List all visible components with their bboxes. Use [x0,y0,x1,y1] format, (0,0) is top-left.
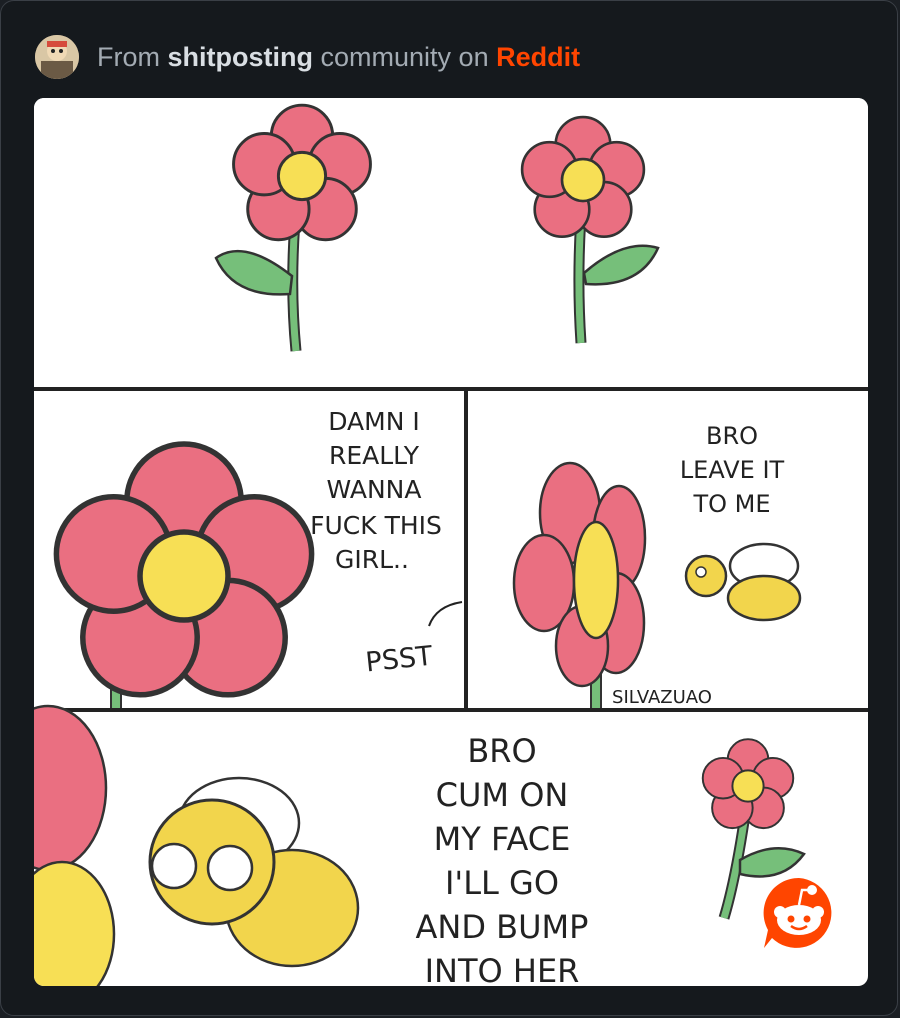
panel3-speech-line-3: TO ME [692,490,770,518]
panel2-speech-line-1: DAMN I [328,407,420,436]
source-line: From shitposting community on Reddit [97,42,580,73]
panel-3: BRO LEAVE IT TO ME SILVAZUAO [512,422,802,710]
panel3-speech-line-2: LEAVE IT [680,456,785,484]
panel-2: DAMN I REALLY WANNA FUCK THIS GIRL.. PSS… [56,407,463,710]
reddit-link[interactable]: Reddit [496,42,580,72]
panel3-speech-line-1: BRO [706,422,758,450]
source-middle: community on [320,41,489,72]
reddit-logo-icon[interactable] [760,874,838,952]
community-link[interactable]: shitposting [168,42,313,72]
panel2-speech-line-5: GIRL.. [335,545,409,574]
panel4-speech-line-6: INTO HER [425,952,580,986]
panel4-speech-line-4: I'LL GO [445,864,559,902]
panel-4: BRO CUM ON MY FACE I'LL GO AND BUMP INTO… [34,704,806,986]
comic-strip: DAMN I REALLY WANNA FUCK THIS GIRL.. PSS… [34,98,868,986]
embed-card: From shitposting community on Reddit DAM… [0,0,898,1016]
avatar-image [35,35,79,79]
comic-image[interactable]: DAMN I REALLY WANNA FUCK THIS GIRL.. PSS… [34,98,868,986]
panel2-speech-line-3: WANNA [327,475,422,504]
embed-header: From shitposting community on Reddit [35,33,580,81]
community-avatar[interactable] [35,35,79,79]
panel2-speech-line-2: REALLY [329,441,420,470]
panel4-speech-line-3: MY FACE [434,820,571,858]
panel-1 [34,98,868,388]
panel2-whisper: PSST [364,641,434,679]
source-prefix: From [97,41,160,72]
panel2-speech-line-4: FUCK THIS [310,511,442,540]
panel4-speech-line-5: AND BUMP [416,908,589,946]
panel4-speech-line-2: CUM ON [436,776,569,814]
panel3-signature: SILVAZUAO [612,687,712,708]
panel4-speech-line-1: BRO [467,732,536,770]
